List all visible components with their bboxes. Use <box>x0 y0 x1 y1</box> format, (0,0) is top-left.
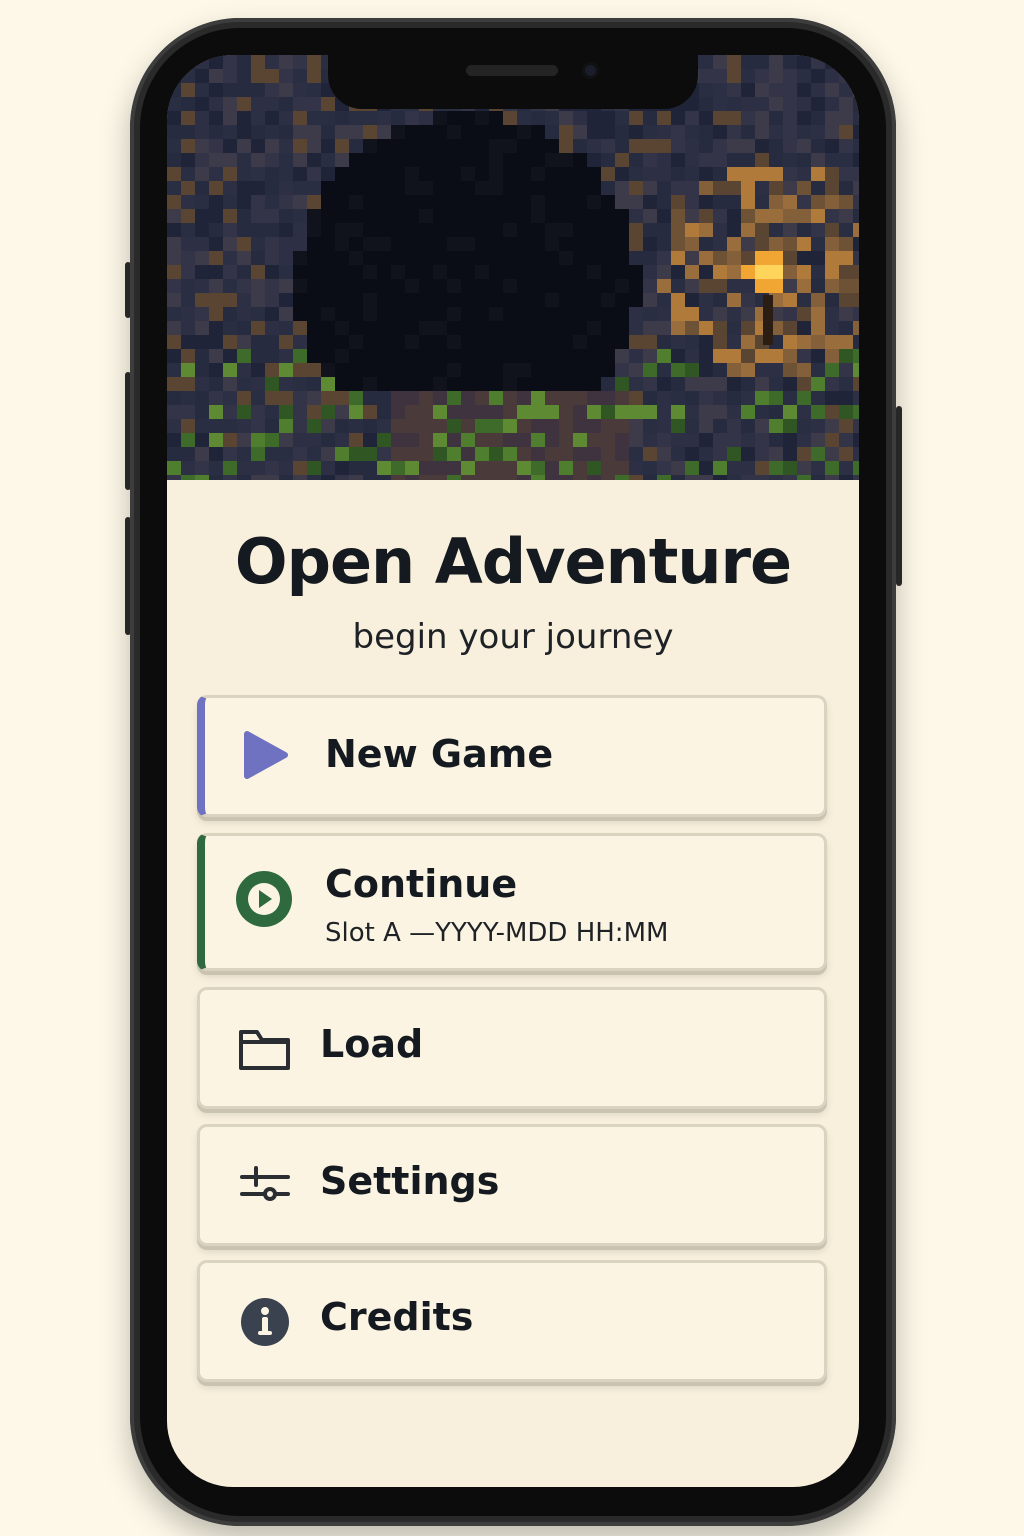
phone-notch <box>328 55 698 109</box>
load-button[interactable]: Load <box>197 987 827 1109</box>
new-game-label: New Game <box>325 732 554 776</box>
continue-label: Continue <box>325 862 518 906</box>
new-game-button[interactable]: New Game <box>197 695 827 817</box>
settings-button[interactable]: Settings <box>197 1124 827 1246</box>
credits-label: Credits <box>320 1295 474 1339</box>
credits-button[interactable]: Credits <box>197 1260 827 1382</box>
phone-screen: Open Adventure begin your journey New Ga… <box>167 55 859 1487</box>
cave-pixel-art <box>167 55 859 480</box>
play-triangle-icon <box>244 731 288 779</box>
continue-save-slot: Slot A —YYYY-MDD HH:MM <box>325 918 669 948</box>
power-button <box>896 406 902 586</box>
speaker-grille <box>466 65 558 76</box>
settings-label: Settings <box>320 1159 500 1203</box>
continue-button[interactable]: Continue Slot A —YYYY-MDD HH:MM <box>197 833 827 971</box>
folder-icon <box>239 1030 290 1070</box>
game-subtitle: begin your journey <box>352 617 674 657</box>
info-icon <box>241 1298 289 1346</box>
front-camera <box>582 62 599 79</box>
sliders-icon <box>240 1166 290 1201</box>
game-title: Open Adventure <box>234 525 792 598</box>
load-label: Load <box>320 1022 424 1066</box>
hero-cave-image <box>167 55 859 480</box>
play-circle-icon <box>236 871 292 927</box>
page: Open Adventure begin your journey New Ga… <box>0 0 1024 1536</box>
